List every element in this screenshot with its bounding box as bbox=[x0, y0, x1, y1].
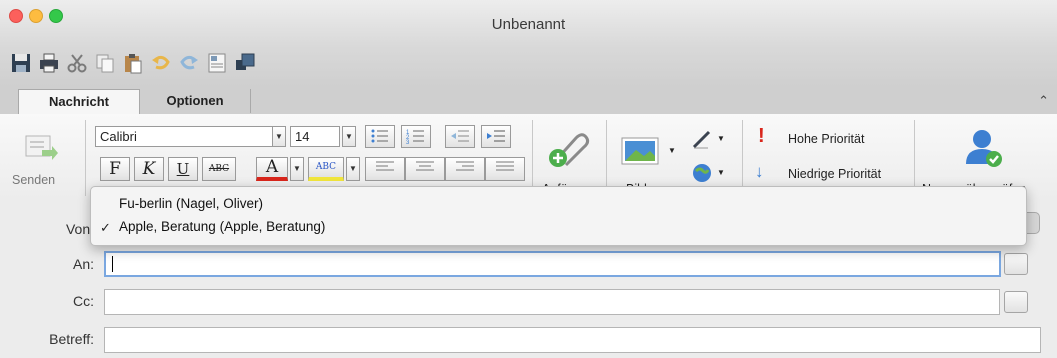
strikethrough-button[interactable]: ABC bbox=[202, 157, 236, 181]
increase-indent-button[interactable] bbox=[481, 125, 511, 148]
font-name-dropdown-icon[interactable]: ▼ bbox=[272, 126, 286, 147]
ribbon-tabs: Nachricht Optionen ⌃ bbox=[0, 86, 1057, 115]
to-label: An: bbox=[72, 256, 94, 272]
font-size-dropdown-icon[interactable]: ▼ bbox=[342, 126, 356, 147]
check-names-button[interactable]: Namen überprüfen bbox=[918, 122, 1054, 196]
svg-text:3: 3 bbox=[406, 140, 410, 146]
italic-button[interactable]: K bbox=[134, 157, 164, 181]
account-dropdown-menu: Fu-berlin (Nagel, Oliver) ✓ Apple, Berat… bbox=[90, 186, 1027, 246]
decrease-indent-icon bbox=[451, 130, 469, 142]
checkmark-icon: ✓ bbox=[100, 220, 111, 235]
signature-button[interactable]: ▼ bbox=[690, 128, 730, 152]
picture-icon bbox=[621, 137, 659, 165]
signature-dropdown-icon[interactable]: ▼ bbox=[717, 134, 725, 143]
save-icon[interactable] bbox=[8, 50, 34, 76]
cc-field[interactable] bbox=[104, 289, 1000, 315]
low-priority-button[interactable]: ↓ Niedrige Priorität bbox=[752, 162, 912, 186]
link-dropdown-icon[interactable]: ▼ bbox=[717, 168, 725, 177]
attach-button[interactable]: Anfügen bbox=[536, 122, 602, 196]
copy-icon[interactable] bbox=[92, 50, 118, 76]
high-priority-icon: ! bbox=[758, 125, 765, 147]
globe-link-icon bbox=[693, 164, 711, 182]
cut-icon[interactable] bbox=[64, 50, 90, 76]
to-field[interactable] bbox=[104, 251, 1001, 277]
collapse-ribbon-icon[interactable]: ⌃ bbox=[1038, 93, 1049, 109]
align-left-icon bbox=[376, 161, 394, 171]
separator bbox=[914, 120, 915, 196]
high-priority-button[interactable]: ! Hohe Priorität bbox=[752, 125, 912, 152]
align-center-icon bbox=[416, 161, 434, 171]
window-layout-icon[interactable] bbox=[232, 50, 258, 76]
bold-button[interactable]: F bbox=[100, 157, 130, 181]
window-title: Unbenannt bbox=[491, 16, 566, 33]
underline-button[interactable]: U bbox=[168, 157, 198, 181]
font-size-field[interactable]: 14 bbox=[290, 126, 340, 147]
align-right-button[interactable] bbox=[445, 157, 485, 181]
address-card-icon[interactable] bbox=[204, 50, 230, 76]
redo-icon[interactable] bbox=[176, 50, 202, 76]
send-button[interactable]: Senden bbox=[10, 122, 78, 196]
justify-button[interactable] bbox=[485, 157, 525, 181]
picture-button[interactable]: ▼ Bild bbox=[614, 122, 680, 196]
person-check-icon bbox=[966, 130, 1002, 167]
send-icon bbox=[25, 135, 58, 160]
low-priority-icon: ↓ bbox=[755, 162, 764, 181]
picture-dropdown-icon[interactable]: ▼ bbox=[668, 146, 676, 155]
low-priority-label: Niedrige Priorität bbox=[788, 167, 882, 181]
font-size-value: 14 bbox=[295, 129, 310, 144]
cc-label: Cc: bbox=[73, 293, 94, 309]
bullet-list-button[interactable] bbox=[365, 125, 395, 148]
numbered-list-button[interactable]: 123 bbox=[401, 125, 431, 148]
separator bbox=[606, 120, 607, 196]
subject-field[interactable] bbox=[104, 327, 1041, 353]
quick-access-toolbar bbox=[8, 50, 258, 80]
bullet-list-icon bbox=[371, 129, 388, 143]
align-right-icon bbox=[456, 161, 474, 171]
subject-label: Betreff: bbox=[49, 331, 94, 347]
send-label: Senden bbox=[12, 173, 56, 187]
separator bbox=[85, 120, 86, 196]
font-name-field[interactable]: Calibri bbox=[95, 126, 285, 147]
paperclip-icon bbox=[549, 133, 590, 167]
highlight-dropdown-icon[interactable]: ▼ bbox=[346, 157, 360, 181]
address-book-icon[interactable] bbox=[1004, 291, 1028, 313]
from-label: Von: bbox=[65, 221, 94, 237]
address-book-icon[interactable] bbox=[1004, 253, 1028, 275]
increase-indent-icon bbox=[487, 130, 505, 142]
title-bar: Unbenannt bbox=[0, 0, 1057, 46]
separator bbox=[742, 120, 743, 196]
print-icon[interactable] bbox=[36, 50, 62, 76]
separator bbox=[532, 120, 533, 196]
pen-icon bbox=[692, 130, 711, 149]
font-color-dropdown-icon[interactable]: ▼ bbox=[290, 157, 304, 181]
menu-item-account-selected[interactable]: ✓ Apple, Beratung (Apple, Beratung) bbox=[91, 216, 1026, 236]
highlight-button[interactable]: ABC bbox=[308, 157, 344, 181]
align-center-button[interactable] bbox=[405, 157, 445, 181]
align-left-button[interactable] bbox=[365, 157, 405, 181]
link-button[interactable]: ▼ bbox=[690, 162, 730, 186]
tab-optionen[interactable]: Optionen bbox=[140, 89, 251, 113]
high-priority-label: Hohe Priorität bbox=[788, 132, 865, 146]
justify-icon bbox=[496, 161, 514, 171]
decrease-indent-button[interactable] bbox=[445, 125, 475, 148]
numbered-list-icon: 123 bbox=[406, 130, 424, 146]
font-name-value: Calibri bbox=[100, 129, 137, 144]
paste-icon[interactable] bbox=[120, 50, 146, 76]
tab-nachricht[interactable]: Nachricht bbox=[18, 89, 140, 114]
undo-icon[interactable] bbox=[148, 50, 174, 76]
menu-item-label: Apple, Beratung (Apple, Beratung) bbox=[119, 219, 326, 234]
font-color-button[interactable]: A bbox=[256, 157, 288, 181]
menu-item-label: Fu-berlin (Nagel, Oliver) bbox=[119, 196, 264, 211]
text-caret bbox=[112, 256, 113, 272]
menu-item-account[interactable]: Fu-berlin (Nagel, Oliver) bbox=[91, 193, 1026, 213]
